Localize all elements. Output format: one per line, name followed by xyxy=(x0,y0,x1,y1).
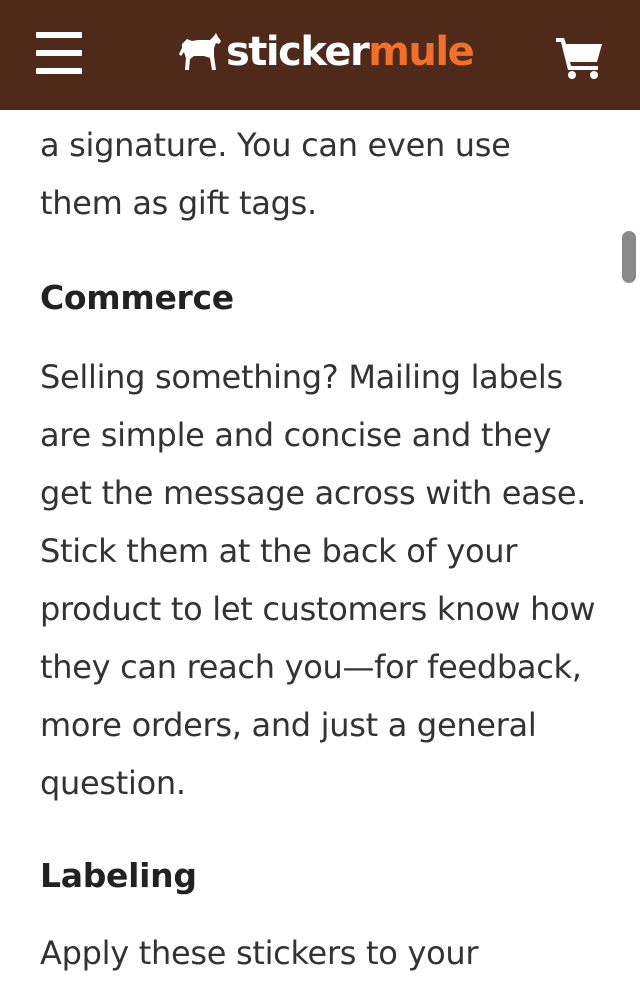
logo-sticker-text: sticker xyxy=(226,29,370,75)
sticker-mule-logo[interactable]: stickermule xyxy=(178,28,475,76)
commerce-heading: Commerce xyxy=(40,278,234,317)
scrollbar-thumb[interactable] xyxy=(622,231,636,283)
intro-paragraph: a signature. You can even use them as gi… xyxy=(40,126,511,222)
menu-bar-top xyxy=(36,32,82,38)
labeling-heading: Labeling xyxy=(40,856,197,895)
article-content: a signature. You can even use them as gi… xyxy=(40,116,600,972)
mule-logo-icon xyxy=(179,33,221,70)
shopping-cart-button[interactable] xyxy=(556,36,606,80)
commerce-paragraph: Selling something? Mailing labels are si… xyxy=(40,358,596,802)
menu-bar-middle xyxy=(36,50,82,56)
menu-bar-bottom xyxy=(36,68,82,74)
header-bar: stickermule xyxy=(0,0,640,110)
logo-mule-text: mule xyxy=(368,29,475,75)
shopping-cart-icon xyxy=(556,38,602,79)
labeling-paragraph: Apply these stickers to your xyxy=(40,934,479,972)
hamburger-menu-button[interactable] xyxy=(36,32,82,74)
